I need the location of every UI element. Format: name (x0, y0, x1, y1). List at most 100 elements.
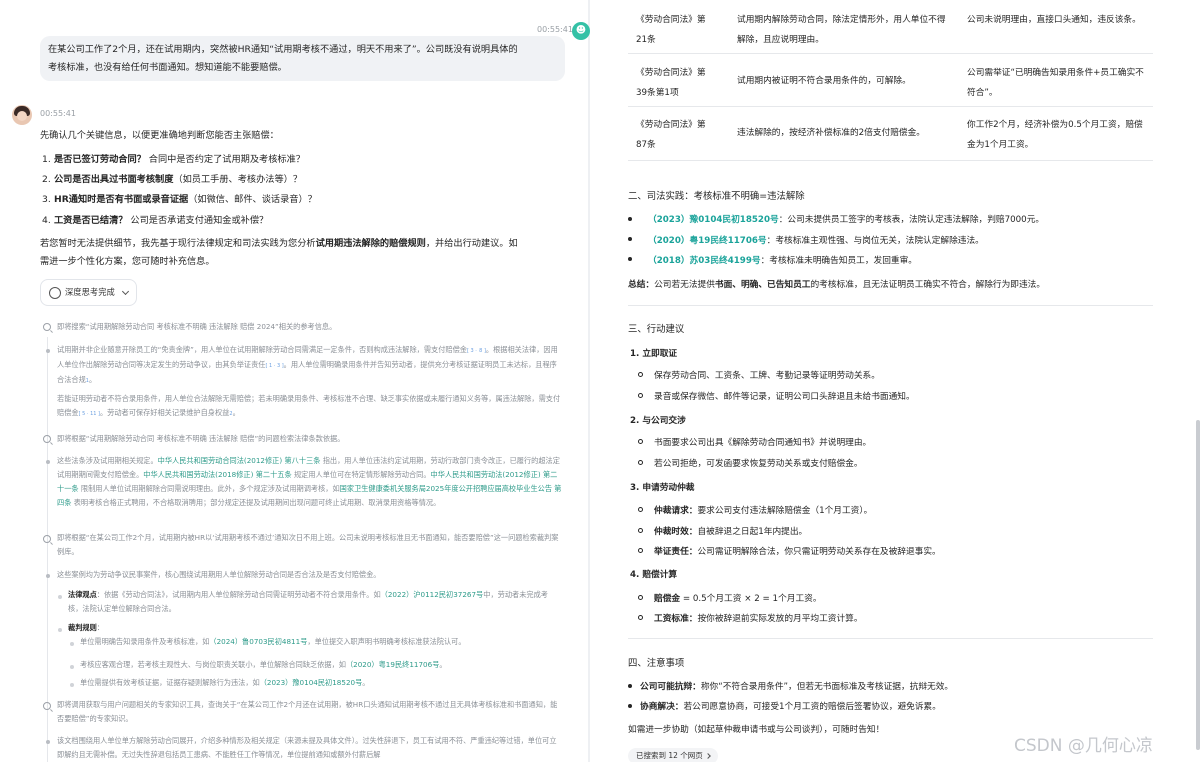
bullet-icon (638, 507, 643, 512)
thinking-icon (49, 287, 61, 299)
bullet-icon (638, 439, 643, 444)
bullet-icon (638, 372, 643, 377)
sources-button[interactable]: 已搜索到 12 个网页 (628, 748, 718, 762)
watermark: CSDN @几何心凉 (1014, 736, 1153, 756)
question-item: 2. 公司是否出具过书面考核制度（如员工手册、考核办法等）？ (42, 174, 303, 185)
chevron-down-icon (121, 287, 130, 296)
ruling-rules-label: 裁判规则： (68, 623, 104, 632)
search-icon (43, 535, 51, 543)
thinking-search-step: 即将搜索“试用期解除劳动合同 考核标准不明确 违法解除 赔偿 2024”相关的参… (57, 322, 337, 331)
step-heading: 3. 申请劳动仲裁 (630, 483, 695, 493)
thinking-summary: 试用期并非企业随意开除员工的“免责金牌”，用人单位在试用期解除劳动合同需满足一定… (57, 345, 558, 384)
bullet-icon (70, 683, 74, 687)
step-item: 录音或保存微信、邮件等记录，证明公司口头辞退且未给书面通知。 (654, 392, 915, 402)
law-viewpoint: 法律观点：依据《劳动合同法》，试用期内用人单位解除劳动合同需证明劳动者不符合录用… (68, 590, 548, 613)
case-cell: 你工作2个月，经济补偿为0.5个月工资，赔偿金为1个月工资。 (967, 120, 1143, 150)
case-item: （2018）苏03民终4199号：考核标准未明确告知员工，发回重审。 (648, 256, 917, 266)
deep-thinking-label: 深度思考完成 (65, 287, 115, 297)
ruling-rule: 单位需明确告知录用条件及考核标准，如（2024）鲁0703民初4811号，单位提… (80, 637, 466, 646)
summary-text: 总结：公司若无法提供书面、明确、已告知员工的考核标准，且无法证明员工确实不符合，… (628, 280, 1045, 290)
user-message-bubble: 在某公司工作了2个月，还在试用期内，突然被HR通知“试用期考核不通过，明天不用来… (40, 36, 565, 81)
table-row-divider (628, 53, 1153, 54)
section-heading: 二、司法实践：考核标准不明确=违法解除 (628, 191, 805, 202)
user-avatar-icon: ☻ (572, 22, 590, 40)
content-cell: 违法解除的，按经济补偿标准的2倍支付赔偿金。 (737, 128, 925, 138)
deep-thinking-toggle-button[interactable]: 深度思考完成 (40, 279, 137, 306)
table-row-divider (628, 106, 1153, 107)
search-icon (43, 702, 51, 710)
step-item: 仲裁时效：自被辞退之日起1年内提出。 (654, 527, 808, 537)
step-item: 工资标准：按你被辞退前实际发放的月平均工资计算。 (654, 614, 863, 624)
user-message-line: 考核标准，也没有给任何书面通知。想知道能不能要赔偿。 (48, 62, 287, 73)
page: 00:55:41 在某公司工作了2个月，还在试用期内，突然被HR通知“试用期考核… (0, 0, 1202, 762)
assistant-intro: 先确认几个关键信息，以便更准确地判断您能否主张赔偿： (40, 130, 279, 141)
bullet-icon (638, 595, 643, 600)
closing-text: 如需进一步协助（如起草仲裁申请书或与公司谈判），可随时告知！ (628, 725, 885, 735)
bullet-icon (638, 528, 643, 533)
bullet-icon (628, 257, 632, 261)
sources-label: 已搜索到 12 个网页 (636, 751, 703, 760)
assistant-message-time: 00:55:41 (40, 109, 76, 118)
ruling-rule: 单位需提供有效考核证据，证据存疑则解除行为违法，如（2023）豫0104民初18… (80, 678, 370, 687)
bullet-icon (638, 460, 643, 465)
note-item: 公司可能抗辩：称你“不符合录用条件”，但若无书面标准及考核证据，抗辩无效。 (640, 682, 954, 692)
content-cell: 试用期内被证明不符合录用条件的，可解除。 (737, 76, 911, 86)
bullet-icon (628, 684, 632, 688)
thinking-summary: 该文档围绕用人单位单方解除劳动合同展开，介绍多种情形及相关规定（来源未提及具体文… (57, 736, 557, 759)
user-message-time: 00:55:41 (537, 25, 573, 34)
content-cell: 试用期内解除劳动合同，除法定情形外，用人单位不得解除，且应说明理由。 (737, 15, 946, 45)
bullet-icon (70, 642, 74, 646)
bullet-icon (46, 460, 50, 464)
thinking-timeline (47, 337, 48, 762)
step-heading: 2. 与公司交涉 (630, 416, 686, 426)
question-item: 4. 工资是否已结清？ 公司是否承诺支付通知金或补偿？ (42, 215, 269, 226)
bullet-icon (628, 237, 632, 241)
bullet-icon (46, 740, 50, 744)
bullet-icon (46, 349, 50, 353)
bullet-icon (46, 574, 50, 578)
thinking-search-step: 即将根据“试用期解除劳动合同 考核标准不明确 违法解除 赔偿”的问题检索法律条款… (57, 434, 345, 443)
case-item: （2023）豫0104民初18520号：公司未提供员工签字的考核表，法院认定违法… (648, 215, 1045, 225)
search-icon (43, 323, 51, 331)
assistant-paragraph: 需进一步个性化方案，您可随时补充信息。 (40, 256, 215, 267)
assistant-avatar (12, 105, 32, 125)
case-cell: 公司未说明理由，直接口头通知，违反该条。 (967, 15, 1141, 25)
section-heading: 四、注意事项 (628, 658, 685, 669)
bullet-icon (638, 615, 643, 620)
bullet-icon (628, 704, 632, 708)
step-item: 仲裁请求：要求公司支付违法解除赔偿金（1个月工资）。 (654, 506, 873, 516)
question-item: 3. HR通知时是否有书面或录音证据（如微信、邮件、谈话录音）？ (42, 194, 317, 205)
bullet-icon (58, 595, 62, 599)
step-item: 若公司拒绝，可发函要求恢复劳动关系或支付赔偿金。 (654, 459, 863, 469)
thinking-summary: 若能证明劳动者不符合录用条件，用人单位合法解除无需赔偿；若未明确录用条件、考核标… (57, 394, 561, 417)
ruling-rule: 考核应客观合理，若考核主观性大、与岗位职责关联小，单位解除合同缺乏依据，如（20… (80, 660, 447, 669)
chat-panel: 00:55:41 在某公司工作了2个月，还在试用期内，突然被HR通知“试用期考核… (0, 0, 590, 762)
law-cell: 《劳动合同法》第 39条第1项 (636, 68, 706, 98)
search-icon (43, 435, 51, 443)
step-heading: 1. 立即取证 (630, 349, 678, 359)
bullet-icon (638, 393, 643, 398)
assistant-paragraph: 若您暂时无法提供细节，我先基于现行法律规定和司法实践为您分析试用期违法解除的赔偿… (40, 238, 518, 249)
bullet-icon (638, 548, 643, 553)
panel-divider (588, 0, 590, 762)
note-item: 协商解决：若公司愿意协商，可接受1个月工资的赔偿后签署协议，避免诉累。 (640, 702, 941, 712)
case-cell: 公司需举证“已明确告知录用条件+员工确实不符合”。 (967, 68, 1144, 98)
table-row-divider (628, 160, 1153, 161)
thinking-summary: 这些法条涉及试用期相关规定。中华人民共和国劳动合同法(2012修正) 第八十三条… (57, 456, 562, 507)
thinking-search-step: 即将根据“在某公司工作2个月，试用期内被HR以‘试用期考核不通过’通知次日不用上… (57, 533, 559, 556)
bullet-icon (58, 628, 62, 632)
thinking-search-step: 即将调用获取与用户问题相关的专家知识工具，查询关于“在某公司工作2个月还在试用期… (57, 700, 558, 723)
bullet-icon (628, 217, 632, 221)
law-cell: 《劳动合同法》第 21条 (636, 15, 706, 45)
step-item: 保存劳动合同、工资条、工牌、考勤记录等证明劳动关系。 (654, 371, 880, 381)
thinking-summary: 这些案例均为劳动争议民事案件，核心围绕试用期用人单位解除劳动合同是否合法及是否支… (57, 570, 381, 579)
step-item: 书面要求公司出具《解除劳动合同通知书》并说明理由。 (654, 438, 872, 448)
user-message-line: 在某公司工作了2个月，还在试用期内，突然被HR通知“试用期考核不通过，明天不用来… (48, 44, 518, 55)
step-heading: 4. 赔偿计算 (630, 570, 678, 580)
law-cell: 《劳动合同法》第 87条 (636, 120, 706, 150)
step-item: 赔偿金 = 0.5个月工资 × 2 = 1个月工资。 (654, 594, 822, 604)
scrollbar-thumb[interactable] (1196, 420, 1200, 750)
bullet-icon (70, 665, 74, 669)
section-divider (628, 305, 1153, 306)
section-divider (628, 638, 1153, 639)
